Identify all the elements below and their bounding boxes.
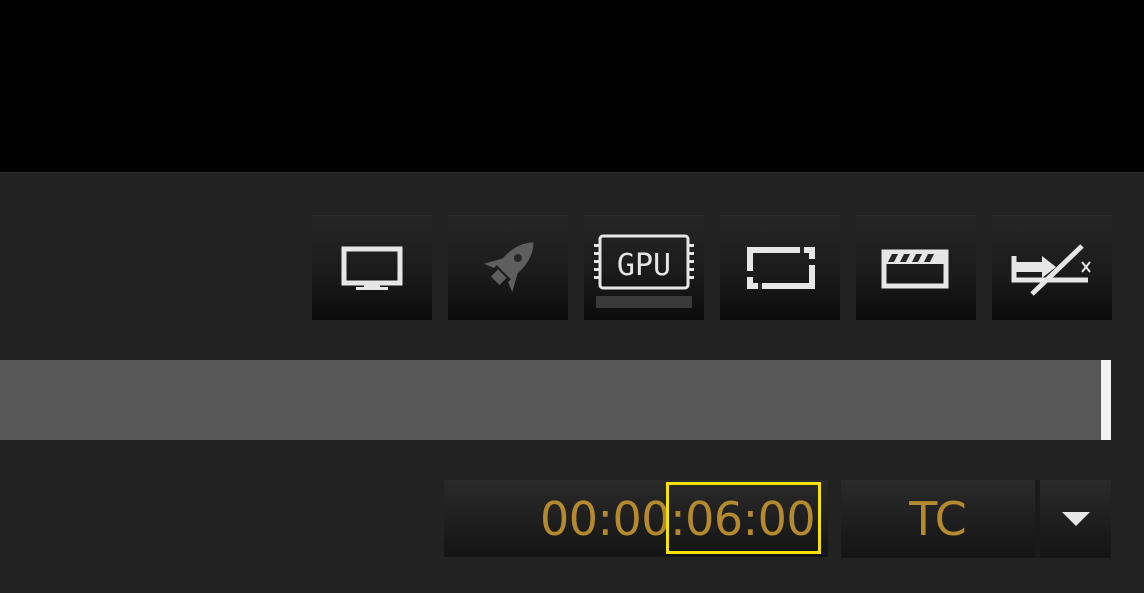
quick-render-button[interactable] [448, 215, 568, 320]
gpu-acceleration-button[interactable]: GPU [584, 215, 704, 320]
gpu-label: GPU [617, 248, 671, 283]
timecode-highlight [666, 482, 821, 554]
clapperboard-icon [881, 249, 949, 289]
timeline-progress-bar[interactable] [0, 360, 1101, 440]
safe-area-frame-icon [747, 247, 815, 289]
rocket-icon [483, 242, 534, 293]
triangle-down-icon [1062, 512, 1090, 526]
gpu-chip-icon: GPU [594, 234, 694, 308]
safe-area-button[interactable] [720, 215, 840, 320]
display-mode-label: TC [909, 492, 967, 546]
monitor-output-button[interactable] [312, 215, 432, 320]
disable-output-button[interactable] [992, 215, 1112, 320]
clapperboard-button[interactable] [856, 215, 976, 320]
output-disabled-icon [1011, 244, 1091, 296]
video-preview-area [0, 0, 1144, 172]
timeline-playhead-handle[interactable] [1101, 360, 1111, 440]
monitor-icon [341, 246, 403, 290]
display-mode-dropdown-button[interactable] [1040, 480, 1111, 558]
